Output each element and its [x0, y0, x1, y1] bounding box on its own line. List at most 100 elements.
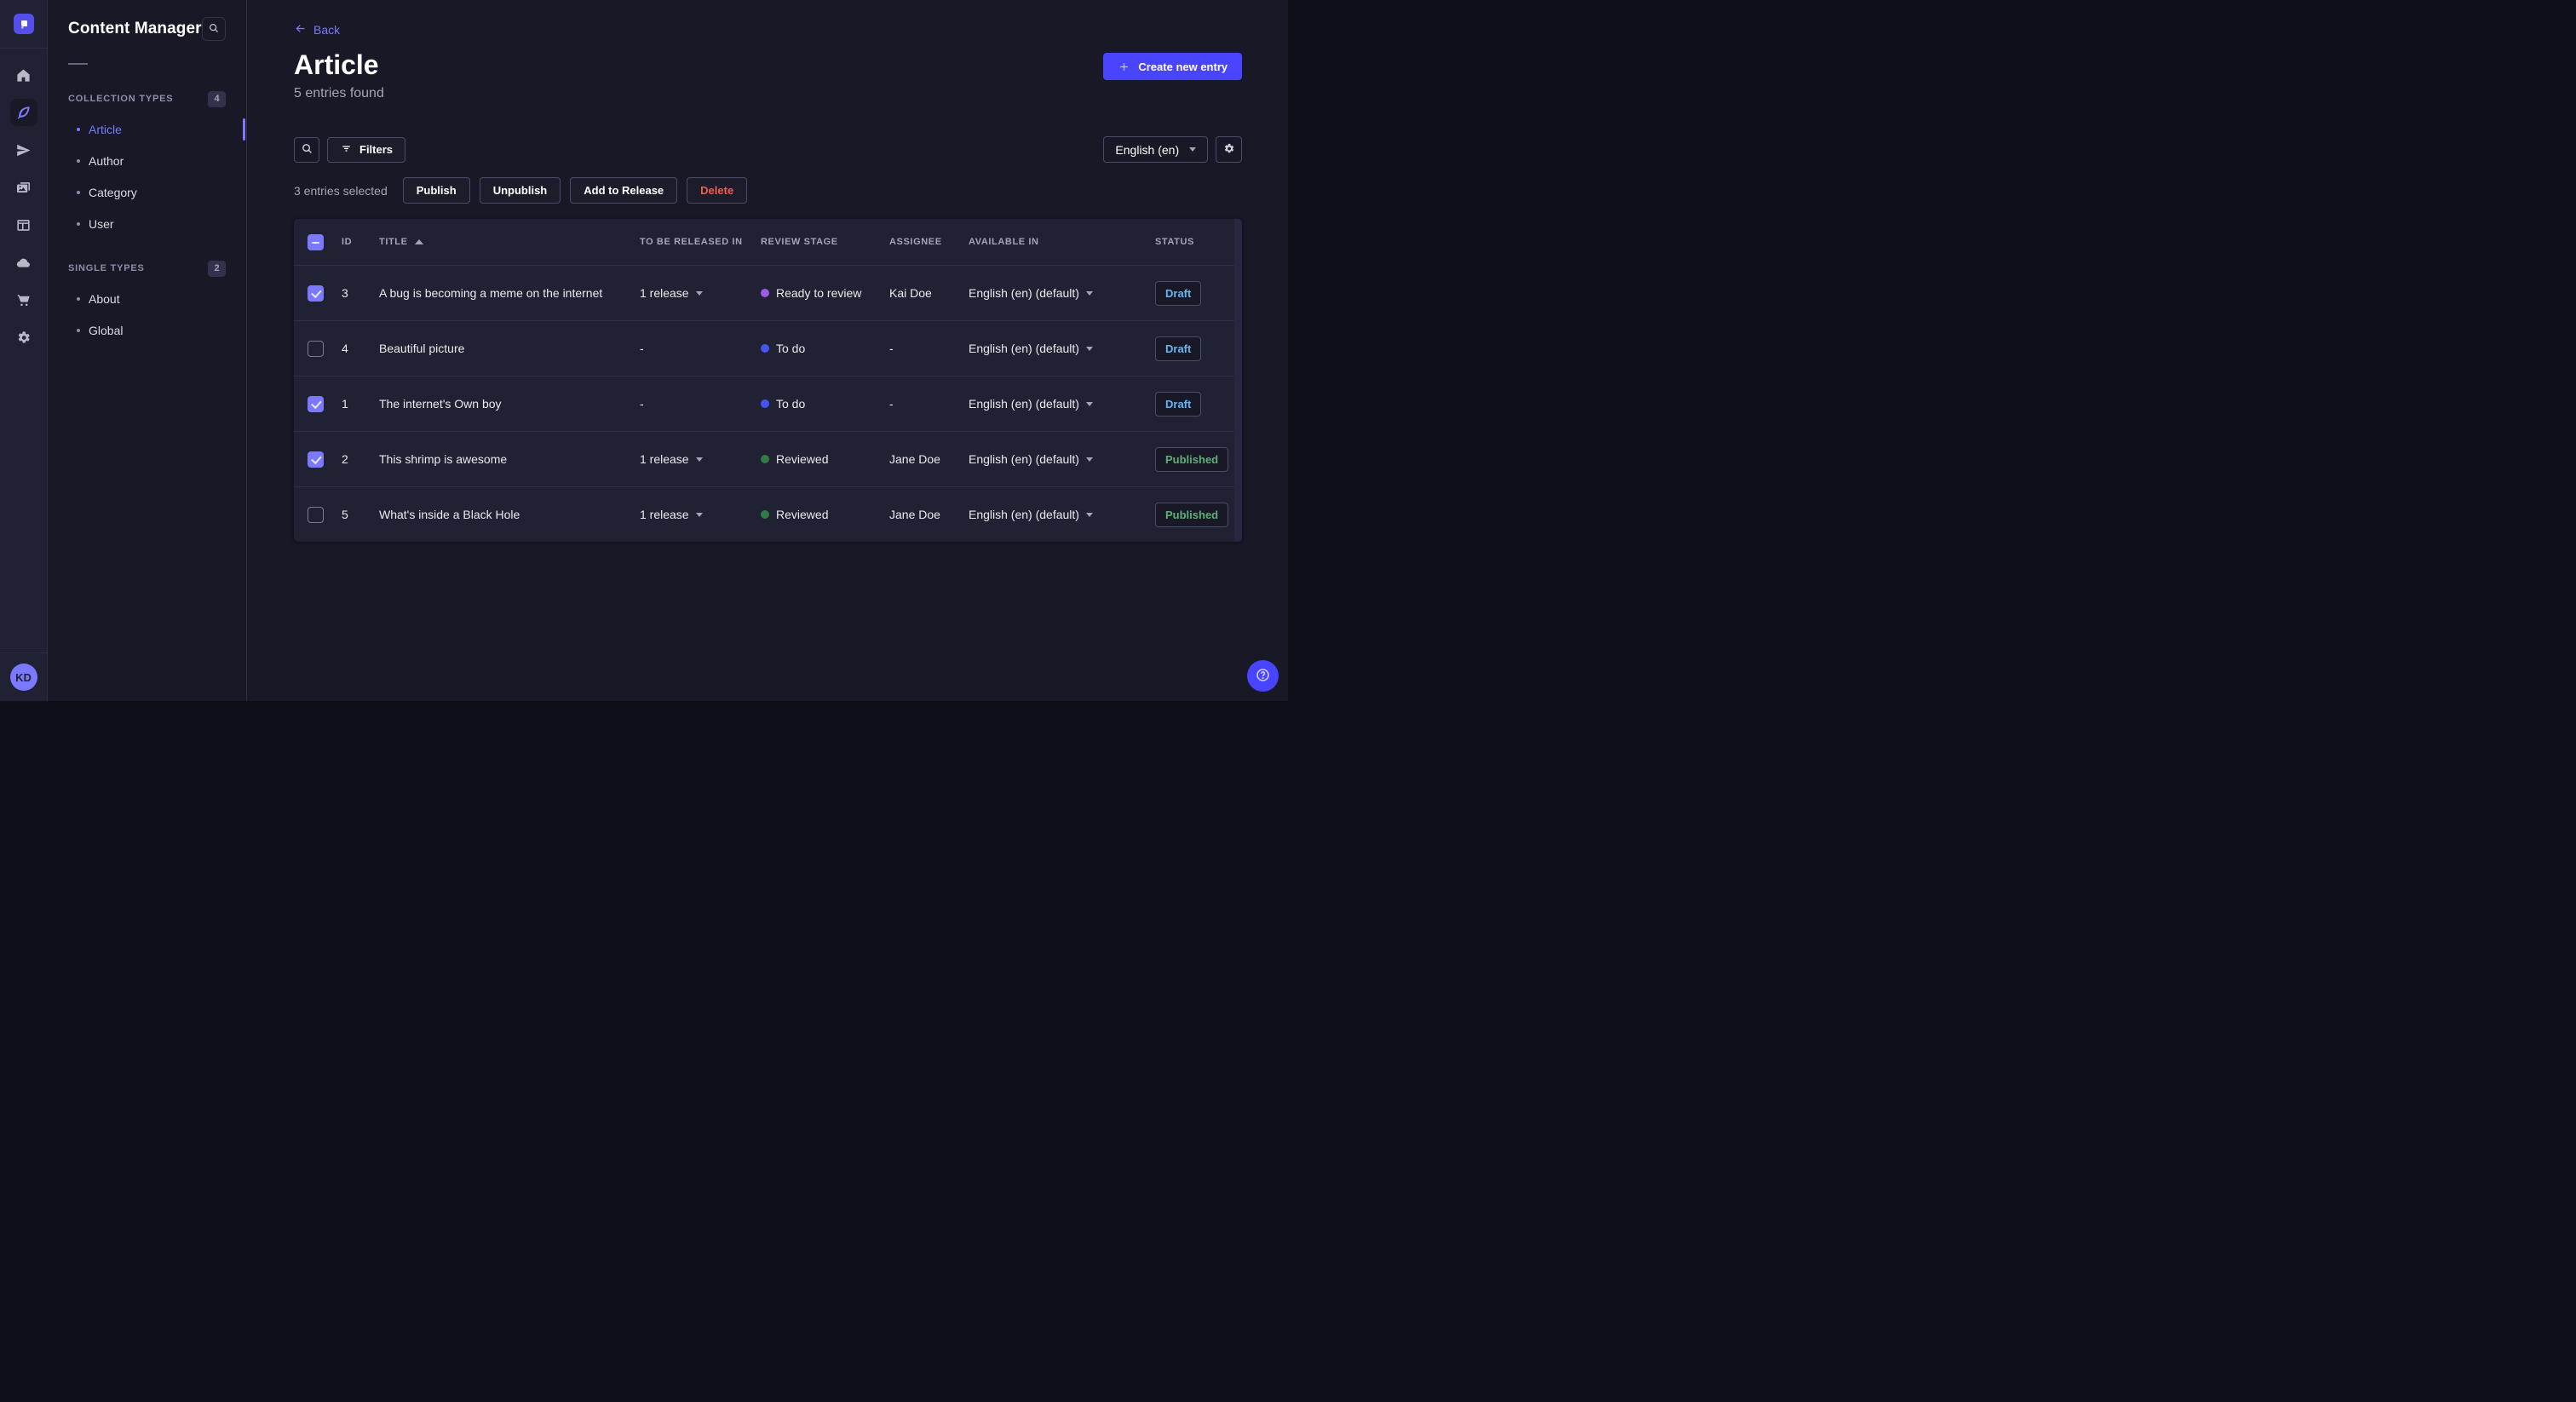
sidebar-item-category[interactable]: Category: [68, 176, 226, 208]
releases-paper-plane-icon[interactable]: [10, 136, 37, 164]
row-checkbox[interactable]: [308, 340, 324, 357]
gear-icon: [1222, 142, 1235, 158]
content-manager-feather-icon[interactable]: [9, 99, 37, 126]
row-checkbox[interactable]: [308, 284, 324, 302]
cell-available-in-dropdown[interactable]: English (en) (default): [969, 397, 1155, 411]
bullet-icon: [77, 221, 80, 226]
table-row[interactable]: 4 Beautiful picture - To do - English (e…: [294, 320, 1243, 376]
single-types-count-badge: 2: [208, 260, 226, 277]
row-checkbox[interactable]: [308, 451, 324, 468]
table-scrollbar-track[interactable]: [1234, 219, 1243, 542]
table-row[interactable]: 1 The internet's Own boy - To do - Engli…: [294, 376, 1243, 431]
search-icon: [208, 22, 220, 37]
content-type-builder-icon[interactable]: [10, 211, 37, 238]
chevron-down-icon: [1085, 457, 1093, 462]
list-toolbar: Filters English (en): [294, 136, 1243, 163]
home-icon[interactable]: [10, 61, 37, 89]
collection-types-label: COLLECTION TYPES: [68, 94, 174, 104]
single-types-label: SINGLE TYPES: [68, 263, 145, 273]
nav-rail: KD: [0, 0, 48, 701]
cell-title: A bug is becoming a meme on the internet: [379, 286, 603, 300]
locale-select[interactable]: English (en): [1103, 136, 1209, 163]
search-icon: [301, 142, 313, 158]
column-header-title[interactable]: TITLE: [379, 237, 640, 247]
cell-title: This shrimp is awesome: [379, 452, 508, 466]
column-header-to-be-released-in: TO BE RELEASED IN: [640, 237, 743, 247]
chevron-down-icon: [1085, 401, 1093, 406]
cell-id: 5: [342, 508, 348, 521]
sidebar-search-button[interactable]: [202, 17, 226, 41]
sidebar-item-author[interactable]: Author: [68, 145, 226, 176]
column-header-assignee: ASSIGNEE: [889, 237, 942, 247]
cell-assignee: -: [889, 397, 894, 411]
cell-available-in-dropdown[interactable]: English (en) (default): [969, 508, 1155, 521]
marketplace-cart-icon[interactable]: [10, 286, 37, 313]
cell-review-stage: Ready to review: [761, 286, 889, 300]
unpublish-button[interactable]: Unpublish: [479, 177, 561, 204]
stage-dot-icon: [761, 289, 769, 297]
sidebar-item-global[interactable]: Global: [68, 314, 226, 346]
content-manager-sidebar: Content Manager COLLECTION TYPES 4 Artic…: [48, 0, 247, 701]
chevron-down-icon: [695, 457, 703, 462]
settings-gear-icon[interactable]: [10, 324, 37, 351]
add-to-release-button[interactable]: Add to Release: [570, 177, 678, 204]
collection-types-count-badge: 4: [208, 90, 226, 107]
sidebar-item-about[interactable]: About: [68, 283, 226, 314]
cell-release-dropdown[interactable]: 1 release: [640, 508, 761, 521]
stage-dot-icon: [761, 344, 769, 353]
publish-button[interactable]: Publish: [402, 177, 470, 204]
status-badge: Published: [1155, 502, 1229, 527]
page-title: Article: [294, 49, 379, 80]
chevron-down-icon: [695, 290, 703, 296]
cell-release-dropdown: -: [640, 397, 644, 411]
deploy-cloud-icon[interactable]: [10, 249, 37, 276]
select-all-checkbox[interactable]: [308, 233, 324, 250]
status-badge: Published: [1155, 446, 1229, 472]
bullet-icon: [77, 158, 80, 163]
delete-button[interactable]: Delete: [687, 177, 748, 204]
single-types-list: About Global: [68, 283, 226, 346]
help-button[interactable]: [1247, 660, 1279, 692]
row-checkbox[interactable]: [308, 506, 324, 523]
media-library-icon[interactable]: [10, 174, 37, 201]
sidebar-item-article[interactable]: Article: [68, 113, 245, 145]
cell-release-dropdown: -: [640, 342, 644, 355]
cell-available-in-dropdown[interactable]: English (en) (default): [969, 452, 1155, 466]
stage-dot-icon: [761, 510, 769, 519]
active-indicator: [243, 118, 245, 141]
create-new-entry-button[interactable]: Create new entry: [1103, 53, 1243, 80]
sidebar-title: Content Manager: [68, 20, 202, 37]
sidebar-item-label: Article: [89, 122, 122, 136]
cell-review-stage: Reviewed: [761, 508, 889, 521]
cell-release-dropdown[interactable]: 1 release: [640, 452, 761, 466]
cell-available-in-dropdown[interactable]: English (en) (default): [969, 286, 1155, 300]
user-avatar[interactable]: KD: [9, 664, 37, 691]
view-settings-button[interactable]: [1216, 136, 1243, 163]
cell-release-dropdown[interactable]: 1 release: [640, 286, 761, 300]
app-root: KD Content Manager COLLECTION TYPES 4 Ar…: [0, 0, 1288, 701]
sort-ascending-icon: [414, 239, 423, 244]
table-row[interactable]: 2 This shrimp is awesome 1 release Revie…: [294, 431, 1243, 486]
back-link[interactable]: Back: [294, 22, 340, 37]
cell-assignee: Kai Doe: [889, 286, 932, 300]
search-button[interactable]: [294, 136, 319, 163]
sidebar-item-label: Category: [89, 185, 137, 199]
entries-table: ID TITLE TO BE RELEASED IN REVIEW STAGE …: [294, 219, 1243, 542]
cell-title: Beautiful picture: [379, 342, 465, 355]
cell-available-in-dropdown[interactable]: English (en) (default): [969, 342, 1155, 355]
strapi-logo-icon[interactable]: [13, 14, 34, 34]
sidebar-item-label: User: [89, 216, 114, 231]
column-header-id: ID: [342, 237, 353, 247]
chevron-down-icon: [1085, 512, 1093, 517]
row-checkbox[interactable]: [308, 395, 324, 412]
status-badge: Draft: [1155, 336, 1202, 361]
sidebar-item-user[interactable]: User: [68, 208, 226, 239]
entries-count-subtitle: 5 entries found: [294, 86, 384, 101]
stage-dot-icon: [761, 399, 769, 408]
table-row[interactable]: 3 A bug is becoming a meme on the intern…: [294, 265, 1243, 320]
table-row[interactable]: 5 What's inside a Black Hole 1 release R…: [294, 486, 1243, 542]
filters-button[interactable]: Filters: [327, 136, 406, 163]
sidebar-divider: [68, 63, 88, 65]
nav-rail-footer: KD: [0, 652, 47, 701]
main-content: Back Article 5 entries found Create new …: [247, 0, 1288, 701]
